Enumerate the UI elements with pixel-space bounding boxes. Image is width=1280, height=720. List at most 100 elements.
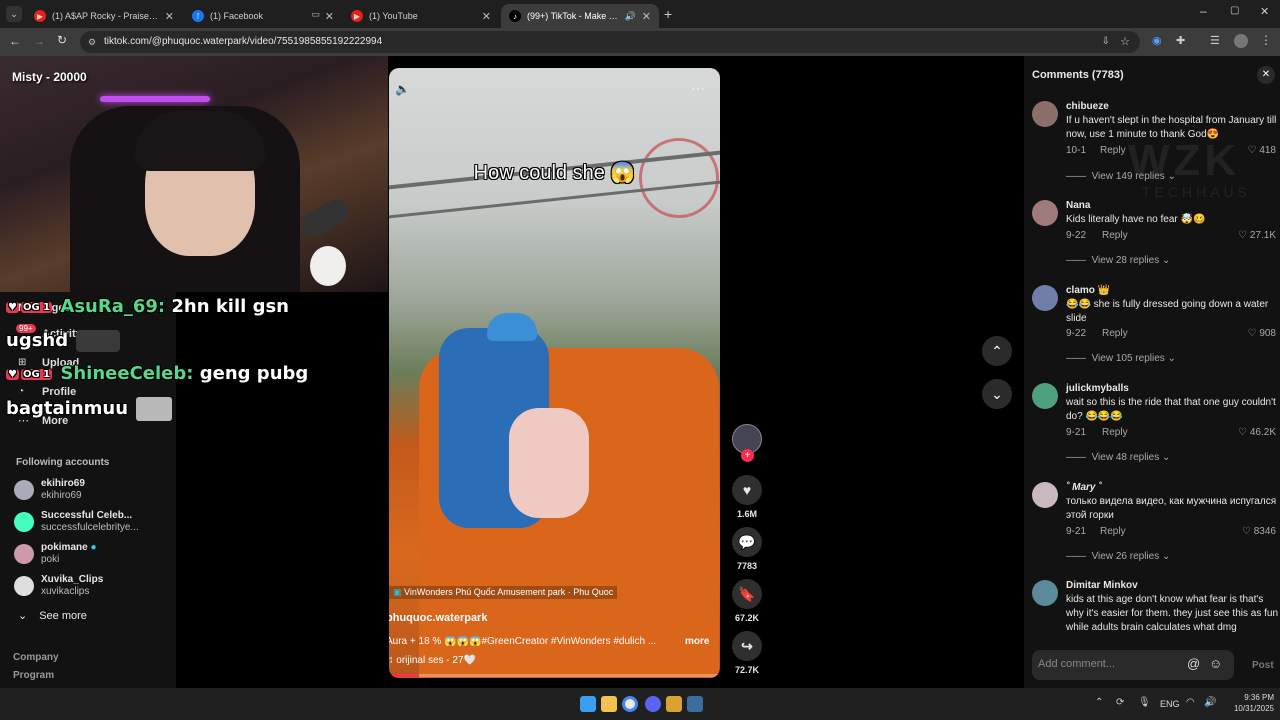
close-icon[interactable]: ✕	[325, 10, 334, 23]
view-replies-button[interactable]: —— View 149 replies ⌄	[1066, 171, 1176, 182]
avatar[interactable]	[1032, 580, 1058, 606]
sidebar-item-profile[interactable]: Profile	[42, 386, 76, 398]
comment-item: chibueze If u haven't slept in the hospi…	[1032, 101, 1278, 191]
clock-date[interactable]: 10/31/2025	[1222, 704, 1274, 713]
tab-facebook[interactable]: f (1) Facebook ▭ ✕	[184, 4, 342, 28]
following-account[interactable]: pokimane ● poki	[14, 540, 174, 568]
next-video-button[interactable]: ⌄	[982, 379, 1012, 409]
child-figure	[509, 408, 589, 518]
minimize-button[interactable]: –	[1200, 4, 1207, 18]
discord-icon[interactable]	[645, 696, 661, 712]
windows-start-icon[interactable]	[580, 696, 596, 712]
app-icon[interactable]	[666, 696, 682, 712]
speaker-icon[interactable]: 🔊	[625, 11, 636, 22]
speaker-icon[interactable]: 🔈	[395, 82, 410, 96]
tray-chevron-icon[interactable]: ⌃	[1095, 697, 1103, 708]
view-replies-button[interactable]: —— View 28 replies ⌄	[1066, 255, 1170, 266]
like-comment-button[interactable]: ♡ 46.2K	[1238, 427, 1276, 438]
like-comment-button[interactable]: ♡ 908	[1248, 328, 1276, 339]
caption-more-link[interactable]: more	[685, 636, 709, 647]
forward-icon[interactable]: →	[33, 34, 45, 48]
tab-tiktok[interactable]: ♪ (99+) TikTok - Make Your Da 🔊 ✕	[501, 4, 659, 28]
following-account[interactable]: ekihiro69 ekihiro69	[14, 476, 174, 504]
sound-info[interactable]: ♫ orijinal ses - 27🤍	[389, 655, 476, 666]
tab-asap[interactable]: ▶ (1) A$AP Rocky - Praise The Lo ✕	[26, 4, 182, 28]
previous-video-button[interactable]: ⌃	[982, 336, 1012, 366]
file-explorer-icon[interactable]	[601, 696, 617, 712]
like-button[interactable]: ♥ 1.6M	[732, 475, 762, 519]
comment-button[interactable]: 💬 7783	[732, 527, 762, 571]
steam-icon[interactable]	[687, 696, 703, 712]
avatar[interactable]	[1032, 482, 1058, 508]
progress-bar[interactable]	[389, 674, 720, 677]
footer-link-program[interactable]: Program	[13, 670, 54, 681]
view-replies-button[interactable]: —— View 48 replies ⌄	[1066, 452, 1170, 463]
location-icon: ▣	[393, 587, 402, 597]
new-tab-button[interactable]: +	[664, 6, 672, 22]
view-replies-button[interactable]: —— View 105 replies ⌄	[1066, 353, 1176, 364]
follow-plus-icon[interactable]: +	[741, 449, 754, 462]
like-comment-button[interactable]: ♡ 8346	[1242, 526, 1276, 537]
mention-icon[interactable]: @	[1187, 656, 1200, 671]
profile-avatar[interactable]	[1234, 34, 1248, 48]
webcam-overlay: Misty - 20000	[0, 56, 388, 292]
puzzle-icon[interactable]: ✚	[1176, 34, 1185, 47]
cast-icon: ▭	[311, 9, 320, 19]
avatar[interactable]	[1032, 200, 1058, 226]
reply-button[interactable]: Reply	[1102, 328, 1128, 339]
avatar[interactable]	[1032, 101, 1058, 127]
view-replies-button[interactable]: —— View 26 replies ⌄	[1066, 551, 1170, 562]
extension-icon[interactable]: ◉	[1152, 34, 1162, 47]
reply-button[interactable]: Reply	[1102, 230, 1128, 241]
install-icon[interactable]: ⇩	[1102, 31, 1110, 53]
sidepanel-icon[interactable]: ☰	[1210, 34, 1220, 47]
share-icon: ↪	[732, 631, 762, 661]
video-more-icon[interactable]: ⋯	[691, 80, 705, 97]
reply-button[interactable]: Reply	[1100, 526, 1126, 537]
like-comment-button[interactable]: ♡ 27.1K	[1238, 230, 1276, 241]
bookmark-star-icon[interactable]: ☆	[1120, 31, 1130, 53]
language-indicator[interactable]: ENG	[1160, 699, 1180, 709]
post-button[interactable]: Post	[1252, 660, 1274, 671]
close-icon[interactable]: ✕	[482, 10, 491, 23]
close-comments-button[interactable]: ✕	[1257, 66, 1275, 84]
location-tag[interactable]: ▣ VinWonders Phú Quốc Amusement park · P…	[389, 586, 618, 599]
video-player[interactable]: 🔈 ⋯ How could she 😱 ▣ VinWonders Phú Quố…	[389, 68, 720, 678]
window-close-button[interactable]: ✕	[1260, 5, 1269, 18]
tab-search-button[interactable]: ⌄	[6, 6, 22, 22]
site-info-icon[interactable]: ⚙	[88, 31, 96, 53]
close-icon[interactable]: ✕	[642, 10, 651, 23]
clock-time[interactable]: 9:36 PM	[1226, 693, 1274, 702]
like-comment-button[interactable]: ♡ 418	[1248, 145, 1276, 156]
reply-button[interactable]: Reply	[1102, 427, 1128, 438]
back-icon[interactable]: ←	[9, 34, 21, 48]
comment-item: Nana Kids literally have no fear 🤯🥴 9-22…	[1032, 200, 1278, 280]
menu-icon[interactable]: ⋮	[1260, 33, 1272, 47]
add-comment-input[interactable]: Add comment...	[1032, 650, 1234, 680]
wifi-icon[interactable]: ◠	[1186, 697, 1195, 708]
chat-line: ♥ OG 1 ShineeCeleb: geng pubg	[6, 363, 309, 384]
following-account[interactable]: Xuvika_Clips xuvikaclips	[14, 572, 174, 600]
network-icon[interactable]: ⟳	[1116, 697, 1124, 708]
maximize-button[interactable]: ▢	[1230, 5, 1239, 16]
chrome-icon[interactable]	[622, 696, 638, 712]
address-bar[interactable]: ⚙ tiktok.com/@phuquoc.waterpark/video/75…	[80, 31, 1140, 53]
avatar[interactable]	[1032, 383, 1058, 409]
chevron-down-icon: ⌄	[1161, 255, 1171, 266]
mic-icon[interactable]: 🎙	[1138, 697, 1151, 708]
emoji-icon[interactable]: ☺	[1209, 656, 1222, 671]
see-more-button[interactable]: ⌄ See more	[18, 609, 87, 622]
footer-link-company[interactable]: Company	[13, 652, 59, 663]
share-button[interactable]: ↪ 72.7K	[732, 631, 762, 675]
avatar[interactable]	[1032, 285, 1058, 311]
reload-icon[interactable]: ↻	[57, 33, 67, 47]
following-account[interactable]: Successful Celeb... successfulcelebritye…	[14, 508, 174, 536]
volume-icon[interactable]: 🔊	[1204, 697, 1216, 708]
tab-youtube[interactable]: ▶ (1) YouTube ✕	[343, 4, 499, 28]
close-icon[interactable]: ✕	[165, 10, 174, 23]
tiktok-icon: ♪	[509, 10, 521, 22]
reply-button[interactable]: Reply	[1100, 145, 1126, 156]
save-button[interactable]: 🔖 67.2K	[732, 579, 762, 623]
comment-item: Dimitar Minkov kids at this age don't kn…	[1032, 580, 1278, 640]
video-author[interactable]: phuquoc.waterpark	[389, 612, 487, 624]
